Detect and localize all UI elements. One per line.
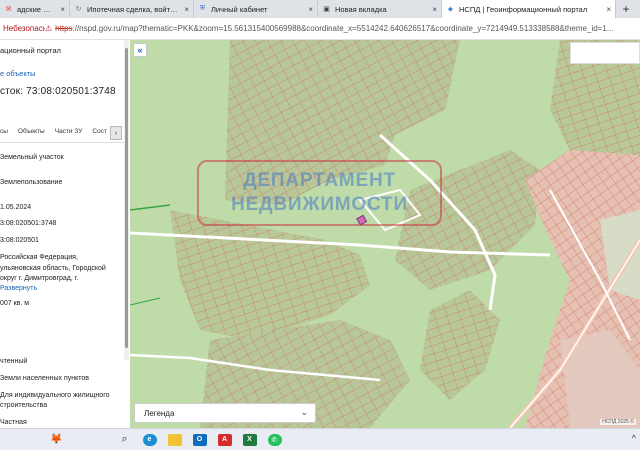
info-row-address-3: округ г. Димитровград, г. (0, 275, 79, 282)
tab-close-icon[interactable]: × (60, 5, 65, 14)
tab-label: Новая вкладка (335, 4, 387, 14)
info-row-subtype: Землепользование (0, 179, 63, 186)
tab-personal-account[interactable]: ⛨ Личный кабинет × (194, 0, 318, 18)
refresh-icon: ↻ (75, 6, 82, 13)
tab-close-icon[interactable]: × (606, 5, 611, 14)
watermark-line-1: ДЕПАРТАМЕНТ (243, 170, 396, 191)
info-row-address-2: ульяновская область, Городской (0, 265, 106, 272)
legend-dropdown[interactable]: Легенда ⌄ (134, 403, 316, 423)
pdf-icon[interactable]: A (212, 429, 237, 451)
outlook-icon[interactable]: O (187, 429, 212, 451)
url-path: ://nspd.gov.ru/map?thematic=PKK&zoom=15.… (72, 24, 614, 33)
info-row-address-1: Российская Федерация, (0, 254, 78, 261)
tab-mortgage[interactable]: ↻ Ипотечная сделка, войти в личный × (70, 0, 194, 18)
map-canvas[interactable] (130, 40, 640, 428)
info-tabs: сы Объекты Части ЗУ Сост › (0, 126, 128, 142)
info-row-cad-number: 3:08:020501:3748 (0, 220, 57, 227)
excel-icon[interactable]: X (237, 429, 262, 451)
security-label[interactable]: Небезопасно (0, 24, 45, 33)
legend-label: Легенда (144, 408, 175, 418)
info-row-status: чтенный (0, 358, 28, 365)
browser-tab-bar: ✉ адские — Яндекс Почта × ↻ Ипотечная сд… (0, 0, 640, 18)
tab-close-icon[interactable]: × (432, 5, 437, 14)
system-tray[interactable]: ^ (626, 433, 636, 443)
info-row-category: Земли населенных пунктов (0, 375, 90, 382)
whatsapp-icon[interactable]: ✆ (262, 429, 287, 451)
watermark-line-2: НЕДВИЖИМОСТИ (231, 194, 408, 215)
tab-close-icon[interactable]: × (308, 5, 313, 14)
map-view[interactable]: « ДЕПАРТАМЕНТ НЕДВИЖИМОСТИ Легенда ⌄ НСП… (130, 40, 640, 428)
portal-title: ационный портал (0, 46, 61, 55)
weather-icon: 🦊 (50, 434, 63, 445)
info-row-date: 1.05.2024 (0, 204, 32, 211)
shield-icon: ⛨ (199, 5, 206, 12)
objects-link[interactable]: е объекты (0, 69, 36, 78)
tray-expand-icon[interactable]: ^ (632, 433, 636, 443)
tab-yandex-mail[interactable]: ✉ адские — Яндекс Почта × (0, 0, 70, 18)
folder-icon[interactable] (162, 429, 187, 451)
weather-widget[interactable]: 🦊 (0, 429, 112, 451)
tabs-divider (0, 142, 124, 143)
tab-label: Ипотечная сделка, войти в личный (87, 4, 181, 14)
mail-icon: ✉ (5, 6, 12, 13)
expand-address-link[interactable]: Развернуть (0, 285, 37, 292)
tabs-scroll-right-icon[interactable]: › (110, 126, 122, 140)
search-icon[interactable]: ⌕ (112, 429, 137, 451)
edge-icon[interactable]: e (137, 429, 162, 451)
insecure-lock-icon[interactable]: ⚠ (45, 24, 52, 33)
collapse-panel-button[interactable]: « (133, 43, 147, 57)
info-row-area: 007 кв. м (0, 300, 30, 307)
tab-parts[interactable]: Части ЗУ (55, 128, 83, 142)
url-scheme: https (55, 24, 73, 33)
info-row-usage-2: строительства (0, 402, 48, 409)
watermark: ДЕПАРТАМЕНТ НЕДВИЖИМОСТИ (197, 160, 442, 226)
tab-composition[interactable]: Сост (92, 128, 107, 142)
map-search-box[interactable] (570, 42, 640, 64)
tab-attributes[interactable]: сы (0, 128, 8, 142)
page-icon: ▣ (323, 6, 330, 13)
tab-label: адские — Яндекс Почта (17, 4, 57, 14)
windows-taskbar: 🦊 ⌕ e O A X ✆ ^ (0, 428, 640, 450)
map-copyright: НСПД 2025 © (600, 419, 636, 425)
info-row-type: Земельный участок (0, 154, 64, 161)
object-info-panel: ационный портал е объекты сток: 73:08:02… (0, 40, 128, 428)
info-row-usage-1: Для индивидуального жилищного (0, 392, 110, 399)
globe-icon: ◈ (447, 6, 454, 13)
tab-label: НСПД | Геоинформационный портал (459, 4, 588, 14)
address-bar[interactable]: Небезопасно ⚠ https ://nspd.gov.ru/map?t… (0, 18, 640, 40)
chevron-down-icon: ⌄ (300, 407, 308, 417)
cadastral-number: сток: 73:08:020501:3748 (0, 86, 116, 97)
tab-close-icon[interactable]: × (184, 5, 189, 14)
new-tab-button[interactable]: + (616, 0, 636, 18)
tab-objects[interactable]: Объекты (18, 128, 45, 142)
tab-nspd[interactable]: ◈ НСПД | Геоинформационный портал × (442, 0, 616, 18)
info-row-quarter: 3:08:020501 (0, 237, 39, 244)
info-row-ownership: Частная (0, 419, 27, 426)
tab-new-tab[interactable]: ▣ Новая вкладка × (318, 0, 442, 18)
url-field[interactable]: ⚠ https ://nspd.gov.ru/map?thematic=PKK&… (45, 24, 613, 33)
tab-label: Личный кабинет (211, 4, 268, 14)
scrollbar-thumb[interactable] (125, 48, 128, 348)
panel-scrollbar[interactable] (124, 40, 129, 360)
